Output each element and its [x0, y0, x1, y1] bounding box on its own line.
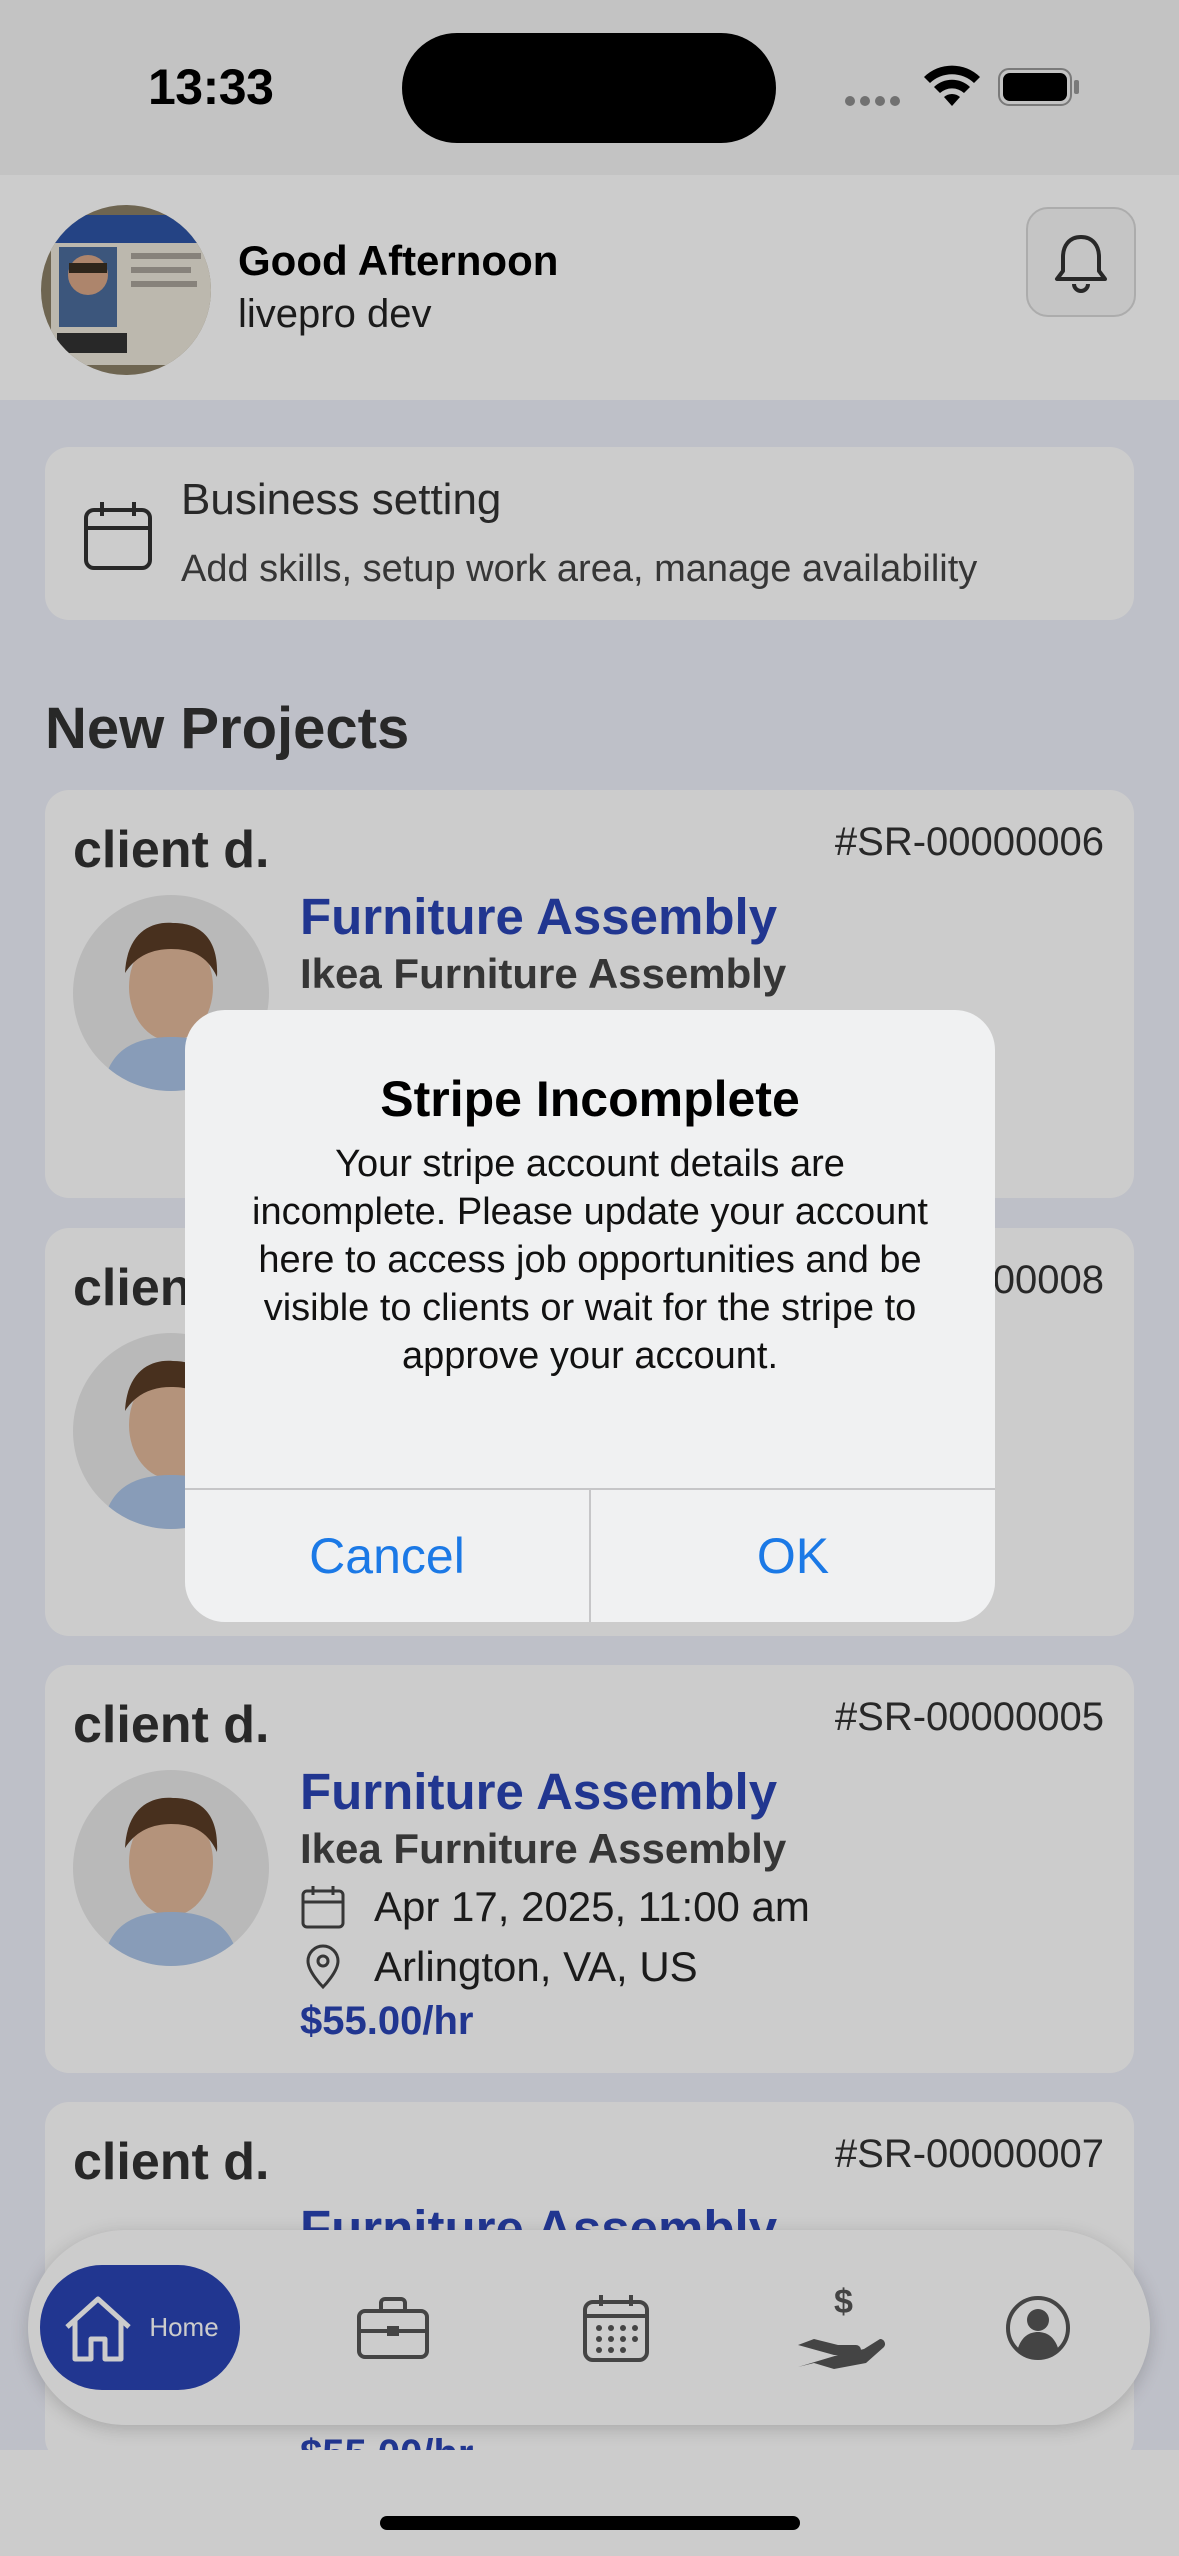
cancel-button[interactable]: Cancel [185, 1490, 589, 1622]
stripe-alert-dialog: Stripe Incomplete Your stripe account de… [185, 1010, 995, 1622]
ok-button[interactable]: OK [591, 1490, 995, 1622]
alert-title: Stripe Incomplete [380, 1071, 800, 1127]
alert-message: Your stripe account details are incomple… [252, 1143, 928, 1377]
